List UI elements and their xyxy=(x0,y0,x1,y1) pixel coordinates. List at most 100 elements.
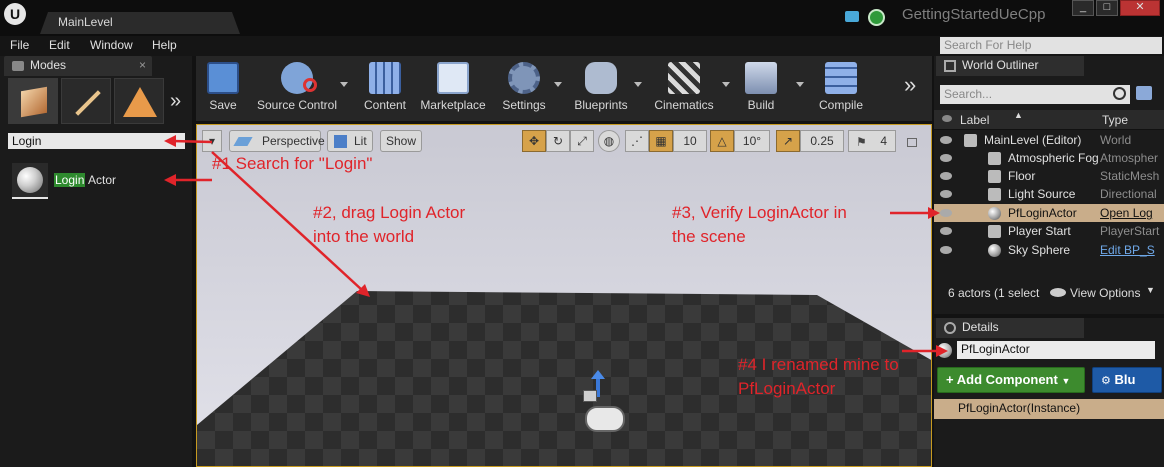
label-column-header[interactable]: Label xyxy=(960,113,989,127)
paint-mode-button[interactable] xyxy=(61,78,111,124)
eye-icon[interactable] xyxy=(940,172,952,180)
rotation-snap-value[interactable]: 10° xyxy=(734,130,770,152)
compile-button[interactable]: Compile xyxy=(814,58,868,118)
viewport-options-button[interactable]: ▾ xyxy=(202,130,222,152)
eye-icon[interactable] xyxy=(940,227,952,235)
more-modes-icon[interactable]: » xyxy=(170,90,181,113)
outliner-row[interactable]: PfLoginActor Open Log xyxy=(934,204,1164,222)
clapperboard-icon xyxy=(668,62,700,94)
landscape-mode-button[interactable] xyxy=(114,78,164,124)
player-start-icon xyxy=(988,225,1001,238)
outliner-row-label: Light Source xyxy=(1008,187,1076,201)
content-browser-icon xyxy=(369,62,401,94)
modes-icon xyxy=(12,61,24,71)
maximize-viewport-icon[interactable] xyxy=(907,138,917,147)
outliner-row[interactable]: Atmospheric Fog Atmospher xyxy=(934,149,1164,167)
outliner-row-label: MainLevel (Editor) xyxy=(984,133,1082,147)
blueprint-script-button[interactable]: ⚙ Blu xyxy=(1092,367,1162,393)
tab-modes[interactable]: Modes × xyxy=(4,56,152,76)
project-name: GettingStartedUeCpp xyxy=(902,6,1046,23)
place-mode-button[interactable] xyxy=(8,78,58,124)
close-tab-icon[interactable]: × xyxy=(139,58,146,72)
translate-tool-icon[interactable]: ✥ xyxy=(522,130,546,152)
close-button[interactable]: ✕ xyxy=(1120,0,1160,16)
marketplace-button[interactable]: Marketplace xyxy=(416,58,490,118)
actor-name-input[interactable]: PfLoginActor xyxy=(957,341,1155,359)
compile-label: Compile xyxy=(818,98,863,112)
outliner-row[interactable]: Light Source Directional xyxy=(934,185,1164,203)
source-control-status-icon[interactable] xyxy=(868,9,885,26)
outliner-row-type: Atmospher xyxy=(1100,151,1159,165)
minimize-button[interactable]: _ xyxy=(1072,0,1094,16)
camera-speed-icon: ⚑ xyxy=(856,135,867,149)
eye-icon[interactable] xyxy=(940,190,952,198)
actor-sphere-icon xyxy=(937,343,952,358)
toolbar-overflow-button[interactable]: » xyxy=(904,72,916,98)
chevron-down-icon[interactable] xyxy=(722,82,730,87)
scale-snap-value[interactable]: 0.25 xyxy=(800,130,844,152)
menu-edit[interactable]: Edit xyxy=(49,38,70,52)
blueprints-label: Blueprints xyxy=(574,98,628,112)
outliner-search-input[interactable]: Search... xyxy=(940,85,1130,104)
component-instance-row[interactable]: PfLoginActor(Instance) xyxy=(934,399,1164,419)
outliner-row-type: StaticMesh xyxy=(1100,169,1160,183)
tab-main-level[interactable]: MainLevel xyxy=(40,12,240,34)
type-column-header[interactable]: Type xyxy=(1102,113,1128,127)
eye-icon[interactable] xyxy=(940,154,952,162)
outliner-row[interactable]: Sky Sphere Edit BP_S xyxy=(934,241,1164,259)
eye-icon[interactable] xyxy=(940,246,952,254)
chevron-down-icon[interactable] xyxy=(634,82,642,87)
actor-count: 6 actors (1 select xyxy=(948,286,1040,300)
settings-button[interactable]: Settings xyxy=(498,58,562,118)
rotation-snap-icon[interactable]: △ xyxy=(710,130,734,152)
scale-snap-icon[interactable]: ↗ xyxy=(776,130,800,152)
chevron-down-icon[interactable] xyxy=(796,82,804,87)
menu-help[interactable]: Help xyxy=(152,38,177,52)
source-control-button[interactable]: Source Control xyxy=(252,58,348,118)
gizmo-arrow-icon xyxy=(591,370,605,379)
save-button[interactable]: Save xyxy=(198,58,248,118)
landscape-icon xyxy=(123,87,157,117)
build-label: Build xyxy=(747,98,775,112)
gamepad-actor-icon[interactable] xyxy=(585,406,625,432)
grid-snap-value[interactable]: 10 xyxy=(673,130,707,152)
view-options-button[interactable]: View Options xyxy=(1070,286,1140,300)
outliner-row-type[interactable]: Open Log xyxy=(1100,206,1164,220)
maximize-button[interactable]: □ xyxy=(1096,0,1118,16)
outliner-row[interactable]: Player Start PlayerStart xyxy=(934,222,1164,240)
outliner-row-type[interactable]: Edit BP_S xyxy=(1100,243,1164,257)
tab-details[interactable]: Details xyxy=(936,318,1084,338)
sky-sphere-icon xyxy=(988,244,1001,257)
world-space-icon[interactable]: ◍ xyxy=(598,130,620,152)
outliner-footer: 6 actors (1 select View Options ▼ xyxy=(934,282,1164,304)
outliner-row-label: Atmospheric Fog xyxy=(1008,151,1099,165)
eye-icon[interactable] xyxy=(940,136,952,144)
outliner-header: Label ▲ Type xyxy=(934,110,1164,130)
surface-snap-icon[interactable]: ⋰ xyxy=(625,130,649,152)
add-component-button[interactable]: + Add Component ▼ xyxy=(937,367,1085,393)
blueprints-button[interactable]: Blueprints xyxy=(570,58,642,118)
add-folder-icon[interactable] xyxy=(1136,86,1152,100)
tab-world-outliner[interactable]: World Outliner xyxy=(936,56,1084,76)
save-icon xyxy=(207,62,239,94)
build-button[interactable]: Build xyxy=(738,58,804,118)
menu-file[interactable]: File xyxy=(10,38,29,52)
grid-snap-icon[interactable]: ▦ xyxy=(649,130,673,152)
content-button[interactable]: Content xyxy=(360,58,410,118)
cinematics-button[interactable]: Cinematics xyxy=(652,58,730,118)
chat-icon[interactable] xyxy=(845,11,859,22)
rotate-tool-icon[interactable]: ↻ xyxy=(546,130,570,152)
chevron-down-icon[interactable] xyxy=(554,82,562,87)
show-button[interactable]: Show xyxy=(380,130,422,152)
annotation-step-4: #4 I renamed mine to PfLoginActor xyxy=(738,355,899,398)
outliner-row[interactable]: Floor StaticMesh xyxy=(934,167,1164,185)
modes-search-input[interactable]: Login xyxy=(8,133,185,149)
menu-window[interactable]: Window xyxy=(90,38,133,52)
scale-tool-icon[interactable]: ⤢ xyxy=(570,130,594,152)
chevron-down-icon[interactable] xyxy=(340,82,348,87)
help-search-input[interactable]: Search For Help xyxy=(940,37,1162,54)
settings-label: Settings xyxy=(502,98,546,112)
outliner-row[interactable]: MainLevel (Editor) World xyxy=(934,131,1164,149)
outliner-tab-label: World Outliner xyxy=(962,58,1039,72)
eye-icon[interactable] xyxy=(940,209,952,217)
